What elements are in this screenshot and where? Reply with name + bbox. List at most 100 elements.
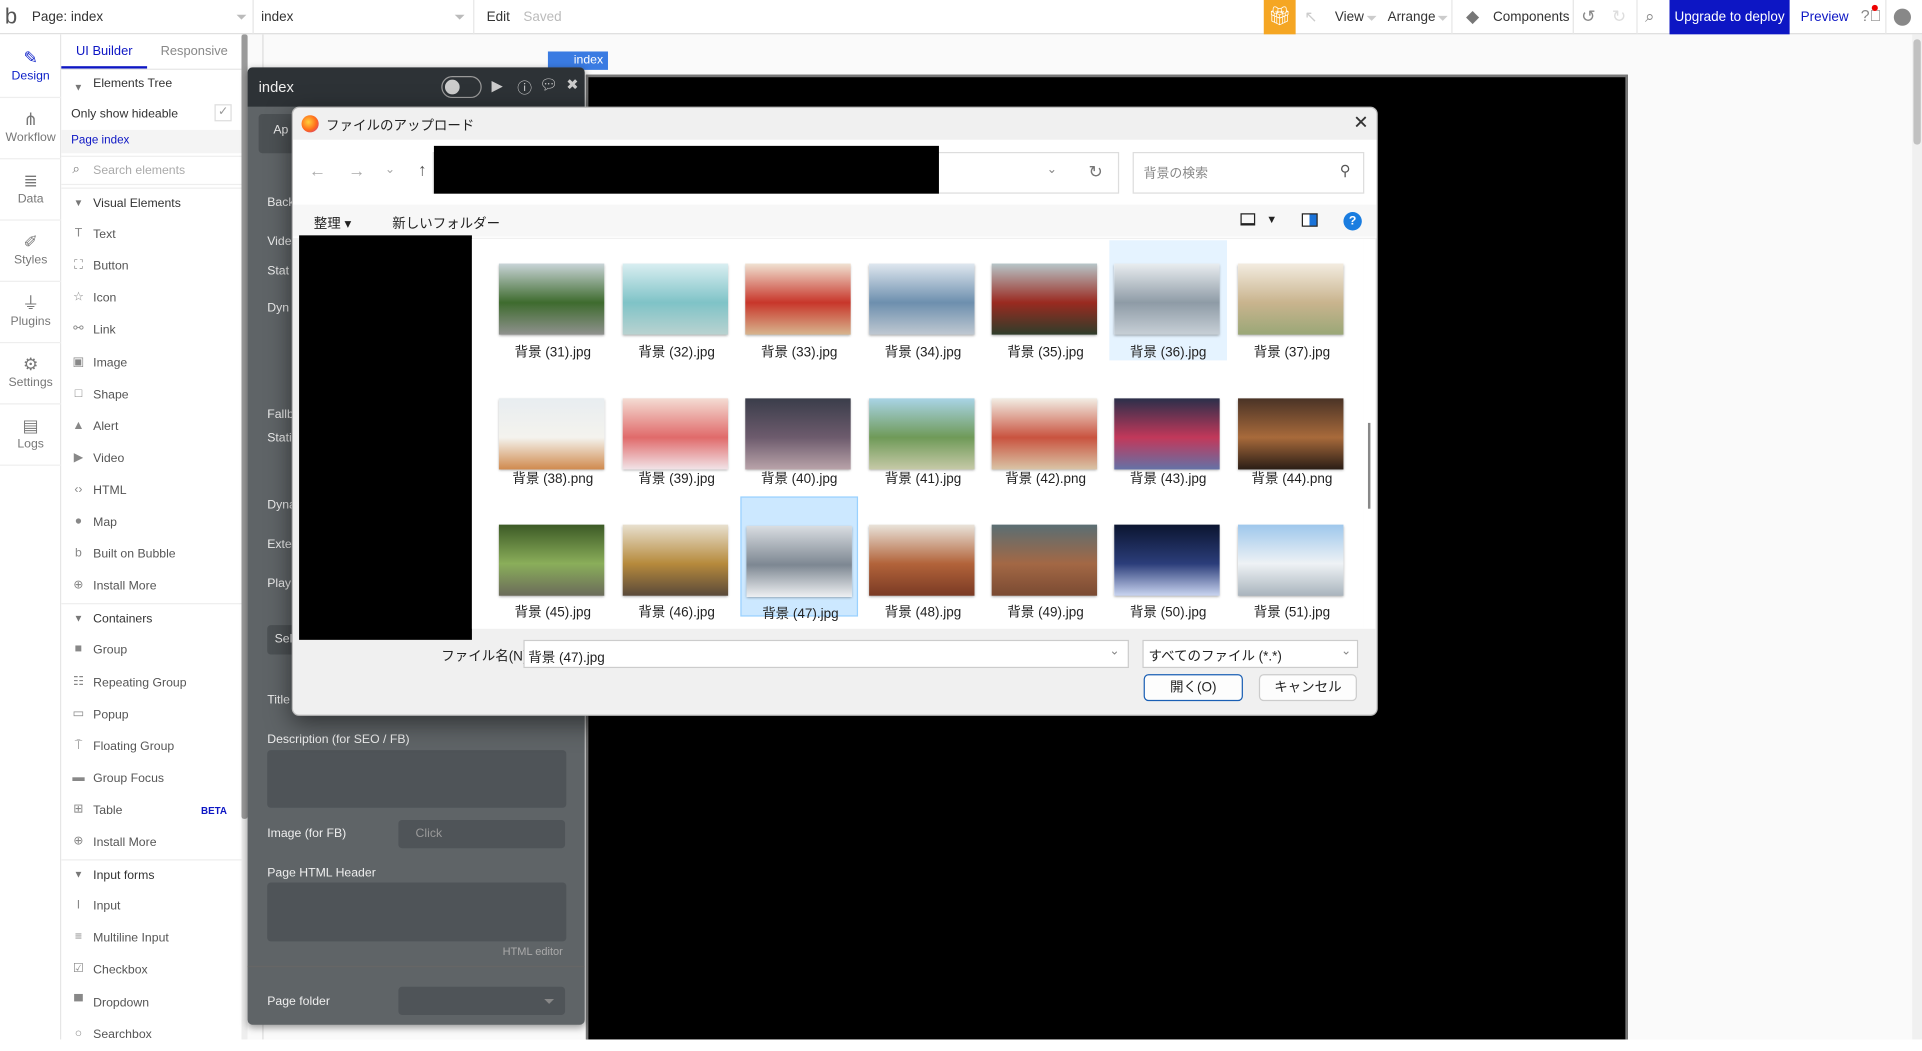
- filename-input[interactable]: 背景 (47).jpg ⌄: [523, 639, 1129, 669]
- file-item[interactable]: 背景 (44).png: [1233, 374, 1351, 494]
- filetype-select[interactable]: すべてのファイル (*.*) ⌄: [1142, 639, 1359, 669]
- list-item[interactable]: ■ Group: [61, 635, 241, 667]
- help-icon[interactable]: ?: [1343, 212, 1362, 231]
- redo-icon[interactable]: ↻: [1612, 6, 1626, 27]
- file-grid-scrollbar[interactable]: [1363, 239, 1376, 629]
- search-field[interactable]: 背景の検索 ⚲: [1132, 151, 1365, 194]
- play-icon[interactable]: ▶: [492, 77, 503, 94]
- property-editor-header[interactable]: index ▶ ⓘ 💬︎ ✖: [247, 67, 585, 107]
- element-select[interactable]: index: [261, 10, 293, 25]
- new-folder-button[interactable]: 新しいフォルダー: [392, 213, 500, 233]
- close-icon[interactable]: ✕: [1353, 112, 1368, 134]
- rail-item-settings[interactable]: ⚙ Settings: [0, 346, 62, 405]
- arrange-menu[interactable]: Arrange: [1388, 10, 1436, 25]
- section-header[interactable]: ▼ Input forms: [61, 859, 242, 891]
- list-item[interactable]: ⊕ Install More: [61, 571, 241, 603]
- list-item[interactable]: ▬ Group Focus: [61, 763, 241, 795]
- list-item[interactable]: ≡ Multiline Input: [61, 923, 241, 955]
- rail-item-data[interactable]: ≣ Data: [0, 162, 62, 221]
- file-item[interactable]: 背景 (46).jpg: [618, 496, 736, 620]
- list-item[interactable]: ☆ Icon: [61, 284, 241, 316]
- list-item[interactable]: □ Shape: [61, 379, 241, 411]
- rail-item-workflow[interactable]: ⋔ Workflow: [0, 101, 62, 160]
- file-item[interactable]: 背景 (45).jpg: [494, 496, 612, 620]
- list-item[interactable]: ▭ Popup: [61, 699, 241, 731]
- elements-tree-toggle[interactable]: Elements Tree: [93, 77, 172, 90]
- close-icon[interactable]: ✖: [566, 76, 578, 93]
- search-icon[interactable]: ⌕: [1645, 6, 1655, 27]
- list-item[interactable]: ⊕ Install More: [61, 827, 241, 859]
- list-item[interactable]: ▲ Alert: [61, 411, 241, 443]
- avatar-icon[interactable]: [1893, 8, 1911, 26]
- hideable-checkbox[interactable]: ✓: [214, 104, 232, 122]
- image-upload-field[interactable]: Click: [398, 820, 566, 849]
- list-item[interactable]: I Input: [61, 891, 241, 923]
- open-button[interactable]: 開く(O): [1143, 674, 1243, 702]
- preview-pane-icon[interactable]: [1301, 213, 1318, 227]
- file-item[interactable]: 背景 (48).jpg: [864, 496, 982, 620]
- list-item[interactable]: ‹› HTML: [61, 475, 241, 507]
- rail-item-plugins[interactable]: ⏚ Plugins: [0, 284, 62, 344]
- chevron-down-icon[interactable]: ⌄: [1047, 163, 1057, 176]
- tab-responsive[interactable]: Responsive: [161, 44, 228, 59]
- file-item[interactable]: 背景 (36).jpg: [1109, 240, 1227, 361]
- list-item[interactable]: ▣ Image: [61, 348, 241, 380]
- back-icon[interactable]: ←: [309, 161, 326, 181]
- file-item[interactable]: 背景 (34).jpg: [864, 240, 982, 360]
- file-item[interactable]: 背景 (40).jpg: [740, 374, 858, 494]
- html-header-input[interactable]: [267, 882, 567, 942]
- canvas-scrollbar[interactable]: [1912, 34, 1922, 1040]
- view-mode-icon[interactable]: [1240, 213, 1256, 226]
- tree-item-page-index[interactable]: Page index: [61, 129, 242, 154]
- comment-icon[interactable]: 💬︎: [539, 76, 558, 93]
- rail-item-logs[interactable]: ▤ Logs: [0, 407, 62, 466]
- cursor-icon[interactable]: ↖: [1304, 7, 1317, 27]
- forward-icon[interactable]: →: [348, 161, 365, 181]
- file-item[interactable]: 背景 (42).png: [987, 374, 1105, 494]
- list-item[interactable]: ⊞ Table BETA: [61, 795, 241, 827]
- upgrade-button[interactable]: Upgrade to deploy: [1669, 0, 1790, 35]
- chevron-down-icon[interactable]: ▼: [1266, 213, 1277, 225]
- view-menu[interactable]: View: [1335, 10, 1364, 25]
- chevron-down-icon[interactable]: ⌄: [1341, 645, 1351, 658]
- description-input[interactable]: [267, 750, 567, 808]
- list-item[interactable]: ☑ Checkbox: [61, 955, 241, 987]
- list-item[interactable]: T Text: [61, 220, 241, 252]
- file-item[interactable]: 背景 (39).jpg: [618, 374, 736, 494]
- file-item[interactable]: 背景 (33).jpg: [740, 240, 858, 360]
- file-item[interactable]: 背景 (37).jpg: [1233, 240, 1351, 360]
- file-item[interactable]: 背景 (50).jpg: [1109, 496, 1227, 620]
- list-item[interactable]: ○ Searchbox: [61, 1019, 241, 1051]
- debug-toggle[interactable]: [441, 75, 482, 99]
- page-select[interactable]: Page: index: [32, 10, 103, 25]
- tab-ui-builder[interactable]: UI Builder: [76, 44, 133, 59]
- file-item[interactable]: 背景 (43).jpg: [1109, 374, 1227, 494]
- undo-icon[interactable]: ↺: [1581, 6, 1595, 27]
- components-button[interactable]: Components: [1493, 10, 1569, 25]
- chevron-down-icon[interactable]: ⌄: [1109, 645, 1119, 658]
- collapse-icon[interactable]: ▼: [74, 82, 84, 93]
- section-header[interactable]: ▼ Visual Elements: [61, 187, 242, 220]
- cancel-button[interactable]: キャンセル: [1258, 674, 1357, 702]
- info-icon[interactable]: ⓘ: [517, 77, 532, 98]
- file-item[interactable]: 背景 (31).jpg: [494, 240, 612, 360]
- list-item[interactable]: ▶ Video: [61, 443, 241, 475]
- search-elements-field[interactable]: ⌕ Search elements: [61, 155, 242, 186]
- file-item[interactable]: 背景 (49).jpg: [987, 496, 1105, 620]
- file-item[interactable]: 背景 (47).jpg: [740, 496, 859, 621]
- recent-icon[interactable]: ⌄: [385, 163, 395, 176]
- organize-button[interactable]: 整理 ▾: [314, 213, 351, 233]
- html-editor-link[interactable]: HTML editor: [503, 945, 563, 957]
- list-item[interactable]: ☷ Repeating Group: [61, 667, 241, 699]
- address-bar[interactable]: ⌄ ↻: [432, 145, 1120, 194]
- section-header[interactable]: ▼ Containers: [61, 603, 242, 635]
- file-item[interactable]: 背景 (38).png: [494, 374, 612, 494]
- list-item[interactable]: ⚯ Link: [61, 316, 241, 348]
- rail-item-styles[interactable]: ✐ Styles: [0, 223, 62, 282]
- rail-item-design[interactable]: ✎ Design: [0, 39, 62, 99]
- file-item[interactable]: 背景 (51).jpg: [1233, 496, 1351, 620]
- up-icon[interactable]: ↑: [418, 159, 427, 179]
- bubble-logo[interactable]: b: [5, 4, 17, 30]
- gift-icon[interactable]: 🎁︎: [1263, 0, 1296, 35]
- list-item[interactable]: ▀ Dropdown: [61, 987, 241, 1019]
